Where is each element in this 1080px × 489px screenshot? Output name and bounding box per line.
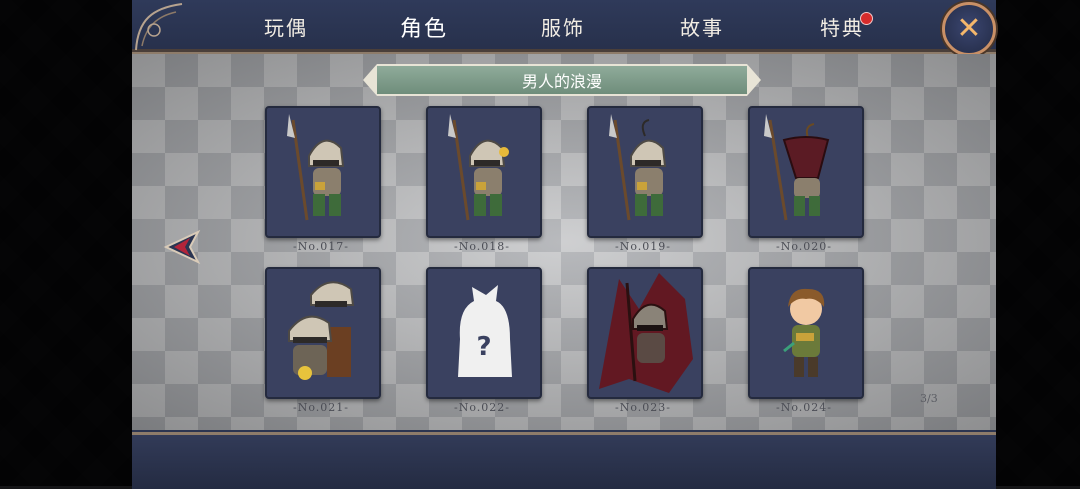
prev-page-arrow-icon[interactable] bbox=[160, 226, 202, 268]
close-icon: ✕ bbox=[956, 11, 982, 46]
ornament-corner-icon bbox=[135, 3, 183, 51]
card-number: -No.024- bbox=[776, 401, 832, 414]
knight-spear-sprout-icon bbox=[609, 114, 667, 221]
collection-title-text: 男人的浪漫 bbox=[521, 72, 602, 91]
character-card[interactable] bbox=[748, 106, 864, 238]
knight-duo-icon bbox=[288, 281, 355, 380]
character-card[interactable] bbox=[265, 267, 381, 399]
left-background bbox=[0, 0, 132, 486]
villager-boy-icon bbox=[783, 288, 825, 377]
card-number: -No.020- bbox=[776, 240, 832, 253]
card-number: -No.022- bbox=[454, 401, 510, 414]
collection-title: 男人的浪漫 bbox=[363, 64, 761, 96]
character-card[interactable] bbox=[587, 267, 703, 399]
collection-board bbox=[132, 54, 996, 430]
card-number: -No.018- bbox=[454, 240, 510, 253]
right-background bbox=[996, 0, 1080, 486]
card-number: -No.019- bbox=[615, 240, 671, 253]
bottom-bar bbox=[132, 432, 996, 489]
knight-spear-flower-icon bbox=[448, 114, 509, 221]
tab-characters[interactable]: 角色 bbox=[400, 11, 448, 43]
close-button[interactable]: ✕ bbox=[942, 2, 996, 56]
tab-dolls[interactable]: 玩偶 bbox=[264, 12, 308, 41]
character-card[interactable] bbox=[265, 106, 381, 238]
card-number: -No.021- bbox=[293, 401, 349, 414]
tab-stories[interactable]: 故事 bbox=[680, 12, 724, 41]
tab-costumes[interactable]: 服饰 bbox=[541, 12, 585, 41]
knight-cursed-icon bbox=[599, 273, 693, 393]
character-card[interactable] bbox=[748, 267, 864, 399]
knight-pot-helmet-icon bbox=[764, 114, 830, 221]
character-card-locked[interactable]: ? bbox=[426, 267, 542, 399]
character-card[interactable] bbox=[587, 106, 703, 238]
svg-text:?: ? bbox=[476, 332, 491, 362]
page-indicator: 3/3 bbox=[920, 392, 938, 405]
card-number: -No.017- bbox=[293, 240, 349, 253]
notification-dot bbox=[860, 12, 873, 25]
character-card[interactable] bbox=[426, 106, 542, 238]
card-number: -No.023- bbox=[615, 401, 671, 414]
tab-specials[interactable]: 特典 bbox=[820, 12, 864, 41]
knight-spear-icon bbox=[287, 114, 345, 221]
locked-silhouette-icon: ? bbox=[458, 285, 512, 377]
